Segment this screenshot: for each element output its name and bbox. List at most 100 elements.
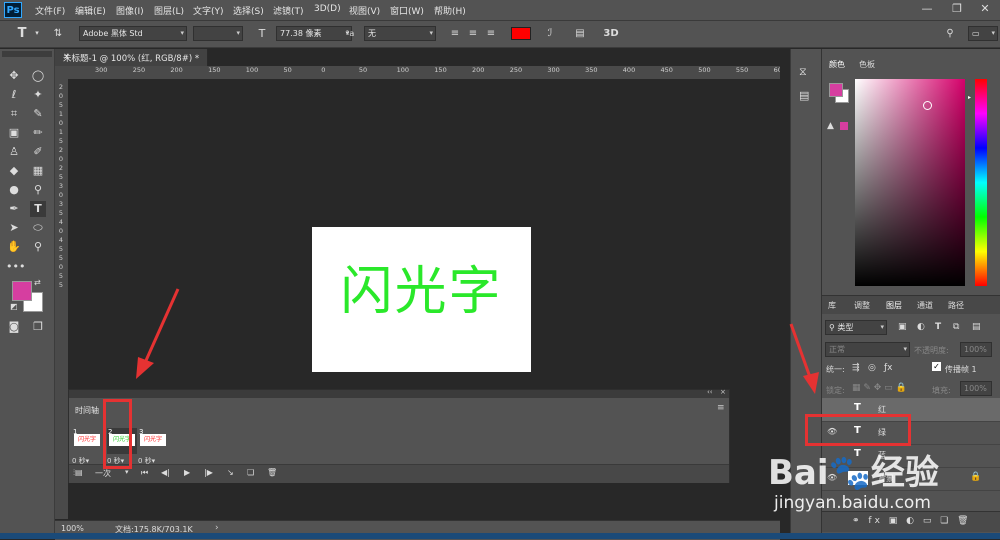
filter-smart-icon[interactable]: ▤: [972, 322, 981, 332]
tween-icon[interactable]: ↘: [227, 468, 234, 477]
color-panel-foreground[interactable]: [829, 83, 843, 97]
character-panel-icon[interactable]: ▤: [574, 27, 586, 40]
tab-channels[interactable]: 通道: [917, 300, 933, 311]
opacity-field[interactable]: 100%: [960, 342, 992, 357]
properties-panel-icon[interactable]: ▤: [799, 89, 809, 102]
dodge-tool-icon[interactable]: ⚲: [30, 182, 46, 198]
hue-slider[interactable]: [975, 79, 987, 286]
menu-file[interactable]: 文件(F): [35, 4, 65, 17]
workspace-select[interactable]: ▭ ▾: [968, 26, 998, 41]
animation-frame-3[interactable]: 3 闪光字 0 秒▾: [138, 428, 168, 465]
menu-filter[interactable]: 滤镜(T): [273, 4, 304, 17]
tab-layers[interactable]: 图层: [886, 300, 902, 311]
chevron-down-icon[interactable]: ▾: [31, 27, 43, 40]
toolbar-grip[interactable]: [2, 51, 52, 57]
history-panel-icon[interactable]: ⧖: [799, 65, 807, 79]
blend-mode-select[interactable]: 正常 ▾: [825, 342, 910, 357]
gamut-swatch[interactable]: [840, 122, 848, 130]
play-icon[interactable]: ▶: [184, 468, 190, 477]
lasso-tool-icon[interactable]: ℓ: [6, 87, 22, 103]
filter-adjust-icon[interactable]: ◐: [917, 322, 925, 332]
previous-frame-icon[interactable]: ◀|: [161, 468, 170, 477]
font-size-select[interactable]: 77.38 像素 ▾: [276, 26, 352, 41]
animation-frame-1[interactable]: 1 闪光字 0 秒▾: [72, 428, 102, 465]
healing-brush-icon[interactable]: ▣: [6, 125, 22, 141]
search-icon[interactable]: ⚲: [944, 27, 956, 40]
brush-tool-icon[interactable]: ✏: [30, 125, 46, 141]
screen-mode-icon[interactable]: ❐: [30, 319, 46, 335]
warp-text-icon[interactable]: ℐ: [544, 27, 556, 40]
menu-window[interactable]: 窗口(W): [390, 4, 424, 17]
menu-type[interactable]: 文字(Y): [193, 4, 224, 17]
menu-view[interactable]: 视图(V): [349, 4, 380, 17]
document-canvas[interactable]: 闪光字: [312, 227, 531, 372]
hue-slider-handle[interactable]: ▸: [968, 94, 971, 101]
tab-color[interactable]: 颜色: [829, 59, 845, 70]
align-center-icon[interactable]: ≡: [467, 27, 479, 40]
gradient-tool-icon[interactable]: ▦: [30, 163, 46, 179]
blur-tool-icon[interactable]: ●: [6, 182, 22, 198]
tab-libraries[interactable]: 库: [828, 300, 836, 311]
menu-edit[interactable]: 编辑(E): [75, 4, 106, 17]
document-tab[interactable]: 未标题-1 @ 100% (红, RGB/8#) * ×: [55, 49, 208, 66]
loop-select[interactable]: 一次: [95, 468, 111, 479]
propagate-checkbox[interactable]: ✓: [932, 362, 941, 371]
menu-image[interactable]: 图像(I): [116, 4, 144, 17]
duplicate-frame-icon[interactable]: ❏: [247, 468, 254, 477]
close-window-button[interactable]: ✕: [970, 0, 1000, 18]
quick-mask-icon[interactable]: ◙: [6, 319, 22, 335]
pen-tool-icon[interactable]: ✒: [6, 201, 22, 217]
convert-timeline-icon[interactable]: ⫶▤: [73, 468, 83, 478]
tab-adjustments[interactable]: 调整: [854, 300, 870, 311]
text-tool-icon[interactable]: T: [30, 201, 46, 217]
marquee-tool-icon[interactable]: ◯: [30, 68, 46, 84]
history-brush-icon[interactable]: ✐: [30, 144, 46, 160]
foreground-color-swatch[interactable]: [12, 281, 32, 301]
minimize-button[interactable]: —: [912, 0, 942, 18]
hand-tool-icon[interactable]: ✋: [6, 239, 22, 255]
eraser-icon[interactable]: ◆: [6, 163, 22, 179]
align-right-icon[interactable]: ≡: [485, 27, 497, 40]
filter-pixel-icon[interactable]: ▣: [898, 322, 907, 332]
menu-help[interactable]: 帮助(H): [434, 4, 466, 17]
swap-colors-icon[interactable]: ⇄: [34, 278, 41, 287]
filter-shape-icon[interactable]: ⧉: [953, 322, 959, 332]
chevron-down-icon[interactable]: ▾: [125, 468, 129, 476]
filter-type-icon[interactable]: T: [935, 322, 941, 332]
next-frame-icon[interactable]: |▶: [204, 468, 213, 477]
close-icon[interactable]: ×: [63, 52, 70, 62]
unify-position-icon[interactable]: ⇶: [852, 363, 860, 373]
timeline-title[interactable]: 时间轴: [75, 405, 99, 416]
timeline-menu-icon[interactable]: ≡: [717, 403, 725, 413]
close-icon[interactable]: ×: [720, 388, 726, 396]
zoom-tool-icon[interactable]: ⚲: [30, 239, 46, 255]
align-left-icon[interactable]: ≡: [449, 27, 461, 40]
menu-select[interactable]: 选择(S): [233, 4, 264, 17]
status-menu-arrow[interactable]: ›: [215, 523, 219, 533]
magic-wand-icon[interactable]: ✦: [30, 87, 46, 103]
shape-tool-icon[interactable]: ⬭: [30, 220, 46, 236]
color-picker-cursor[interactable]: [923, 101, 932, 110]
vertical-ruler[interactable]: 20510152025303540455055: [55, 79, 69, 519]
text-orientation-icon[interactable]: ⇅: [52, 27, 64, 40]
tab-paths[interactable]: 路径: [948, 300, 964, 311]
default-colors-icon[interactable]: ◩: [10, 302, 18, 311]
menu-3d[interactable]: 3D(D): [314, 4, 341, 14]
text-color-swatch[interactable]: [511, 27, 531, 40]
restore-button[interactable]: ❐: [942, 0, 972, 18]
font-family-select[interactable]: Adobe 黑体 Std ▾: [79, 26, 187, 41]
color-picker-field[interactable]: [855, 79, 965, 286]
collapse-icon[interactable]: ‹‹: [707, 388, 713, 396]
clone-stamp-icon[interactable]: ♙: [6, 144, 22, 160]
antialias-select[interactable]: 无 ▾: [364, 26, 436, 41]
layer-filter-select[interactable]: ⚲ 类型 ▾: [825, 320, 887, 335]
more-tools-icon[interactable]: •••: [6, 259, 25, 275]
first-frame-icon[interactable]: ⏮: [141, 468, 148, 478]
timeline-header[interactable]: ‹‹ ×: [69, 388, 729, 398]
text-tool-preset-icon[interactable]: T: [16, 27, 28, 40]
fill-field[interactable]: 100%: [960, 381, 992, 396]
font-style-select[interactable]: ▾: [193, 26, 243, 41]
eyedropper-icon[interactable]: ✎: [30, 106, 46, 122]
move-tool-icon[interactable]: ✥: [6, 68, 22, 84]
menu-layer[interactable]: 图层(L): [154, 4, 184, 17]
